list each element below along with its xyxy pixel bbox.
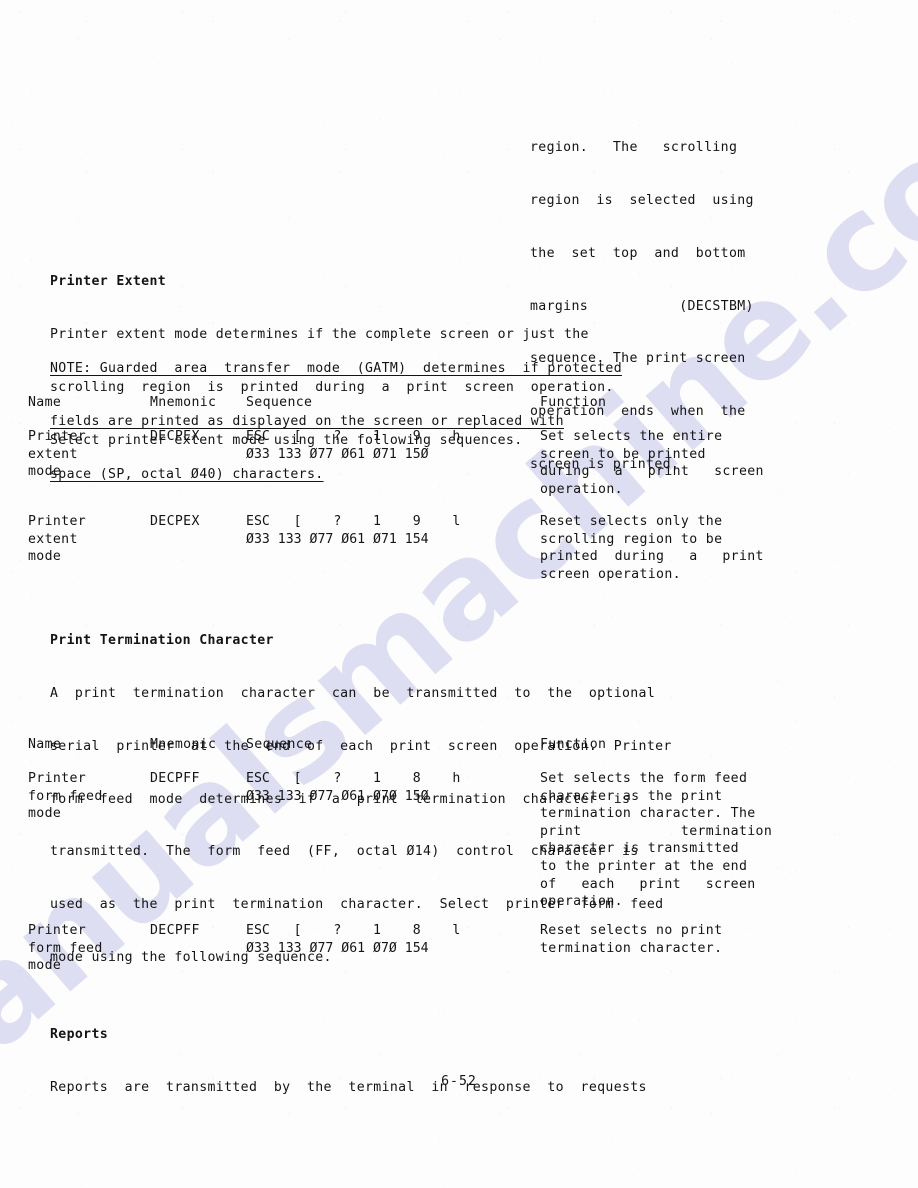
section-heading-reports: Reports — [50, 1027, 109, 1043]
sequence-octal: Ø33 133 Ø77 Ø61 Ø7Ø 15Ø — [246, 788, 429, 804]
sequence-characters: ESC [ ? 1 8 l — [246, 923, 461, 938]
note-line: NOTE: Guarded area transfer mode (GATM) … — [50, 361, 622, 377]
document-page: manualsmachine.com region. The scrolling… — [0, 0, 918, 1188]
page-content: region. The scrolling region is selected… — [0, 0, 918, 1188]
column-header-function: Function — [540, 395, 607, 410]
cell-name: Printer extent mode — [28, 514, 87, 565]
page-number: 6-52 — [441, 1074, 477, 1089]
cell-function: Reset selects only the scrolling region … — [540, 514, 764, 582]
column-header-function: Function — [540, 737, 607, 752]
cell-mnemonic: DECPFF — [150, 771, 200, 786]
sequence-octal: Ø33 133 Ø77 Ø61 Ø7Ø 154 — [246, 940, 429, 956]
sequence-characters: ESC [ ? 1 9 h — [246, 429, 461, 444]
sequence-octal: Ø33 133 Ø77 Ø61 Ø71 154 — [246, 531, 429, 547]
cell-mnemonic: DECPEX — [150, 429, 200, 444]
cell-function: Set selects the entire screen to be prin… — [540, 429, 764, 497]
column-header-sequence: Sequence — [246, 395, 313, 410]
column-header-mnemonic: Mnemonic — [150, 737, 217, 752]
cell-name: Printer form feed mode — [28, 771, 103, 822]
continuation-line: region is selected using — [530, 192, 754, 208]
cell-sequence: ESC [ ? 1 8 l Ø33 133 Ø77 Ø61 Ø7Ø 154 — [246, 922, 460, 957]
continuation-line: region. The scrolling — [530, 140, 738, 156]
sequence-octal: Ø33 133 Ø77 Ø61 Ø71 15Ø — [246, 446, 429, 462]
note-callout: NOTE: Guarded area transfer mode (GATM) … — [50, 325, 622, 519]
section-heading-printer-extent: Printer Extent — [50, 274, 167, 290]
cell-sequence: ESC [ ? 1 9 h Ø33 133 Ø77 Ø61 Ø71 15Ø — [246, 428, 460, 463]
cell-sequence: ESC [ ? 1 9 l Ø33 133 Ø77 Ø61 Ø71 154 — [246, 513, 460, 548]
cell-function: Set selects the form feed character as t… — [540, 771, 773, 910]
note-line: space (SP, octal Ø40) characters. — [50, 466, 324, 482]
column-header-sequence: Sequence — [246, 737, 313, 752]
cell-mnemonic: DECPFF — [150, 923, 200, 938]
column-header-name: Name — [28, 737, 62, 752]
column-header-mnemonic: Mnemonic — [150, 395, 217, 410]
cell-name: Printer extent mode — [28, 429, 87, 480]
section-heading-print-termination-character: Print Termination Character — [50, 633, 274, 649]
cell-sequence: ESC [ ? 1 8 h Ø33 133 Ø77 Ø61 Ø7Ø 15Ø — [246, 770, 460, 805]
paragraph-line: A print termination character can be tra… — [50, 685, 656, 701]
sequence-characters: ESC [ ? 1 9 l — [246, 514, 461, 529]
sequence-characters: ESC [ ? 1 8 h — [246, 771, 461, 786]
section-reports: Reports Reports are transmitted by the t… — [50, 991, 647, 1132]
cell-function: Reset selects no print termination chara… — [540, 923, 723, 956]
cell-name: Printer form feed mode — [28, 923, 103, 974]
column-header-name: Name — [28, 395, 62, 410]
cell-mnemonic: DECPEX — [150, 514, 200, 529]
